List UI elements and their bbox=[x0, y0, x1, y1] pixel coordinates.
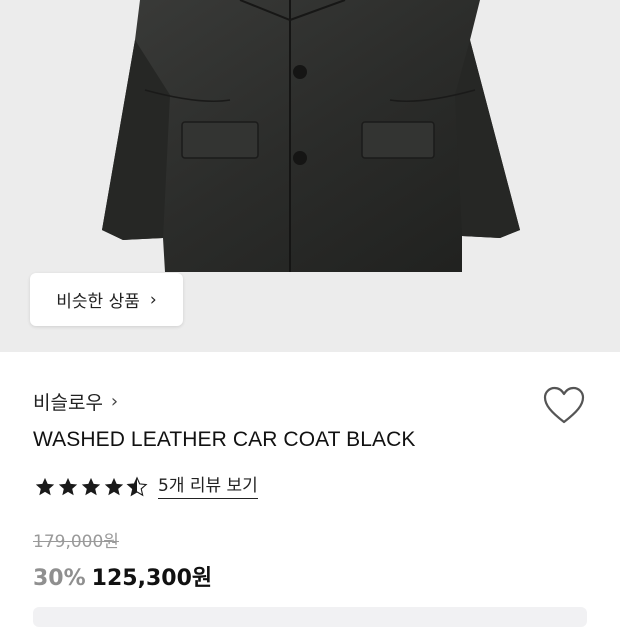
sale-price: 125,300원 bbox=[91, 566, 213, 591]
heart-icon[interactable] bbox=[543, 386, 585, 426]
product-title: WASHED LEATHER CAR COAT BLACK bbox=[33, 428, 416, 451]
half-star-icon bbox=[126, 476, 148, 497]
rating-stars bbox=[34, 476, 148, 498]
similar-products-label: 비슷한 상품 bbox=[56, 292, 140, 312]
discount-rate: 30% bbox=[33, 566, 86, 591]
original-price: 179,000원 bbox=[33, 532, 119, 552]
product-image-area[interactable]: 비슷한 상품 › bbox=[0, 0, 620, 352]
rating-row: 5개 리뷰 보기 bbox=[34, 472, 258, 502]
star-icon bbox=[58, 477, 78, 496]
reviews-link[interactable]: 5개 리뷰 보기 bbox=[158, 476, 258, 499]
brand-name: 비슬로우 bbox=[33, 392, 103, 414]
star-icon bbox=[81, 477, 101, 496]
similar-products-button[interactable]: 비슷한 상품 › bbox=[30, 273, 183, 326]
product-info: 비슬로우 › WASHED LEATHER CAR COAT BLACK 5개 … bbox=[0, 352, 620, 627]
star-icon bbox=[104, 477, 124, 496]
brand-link[interactable]: 비슬로우 › bbox=[33, 388, 118, 415]
chevron-right-icon: › bbox=[110, 391, 119, 412]
price-row: 30% 125,300원 bbox=[33, 560, 212, 592]
bottom-panel bbox=[33, 607, 587, 627]
star-icon bbox=[35, 477, 55, 496]
chevron-right-icon: › bbox=[149, 289, 157, 310]
